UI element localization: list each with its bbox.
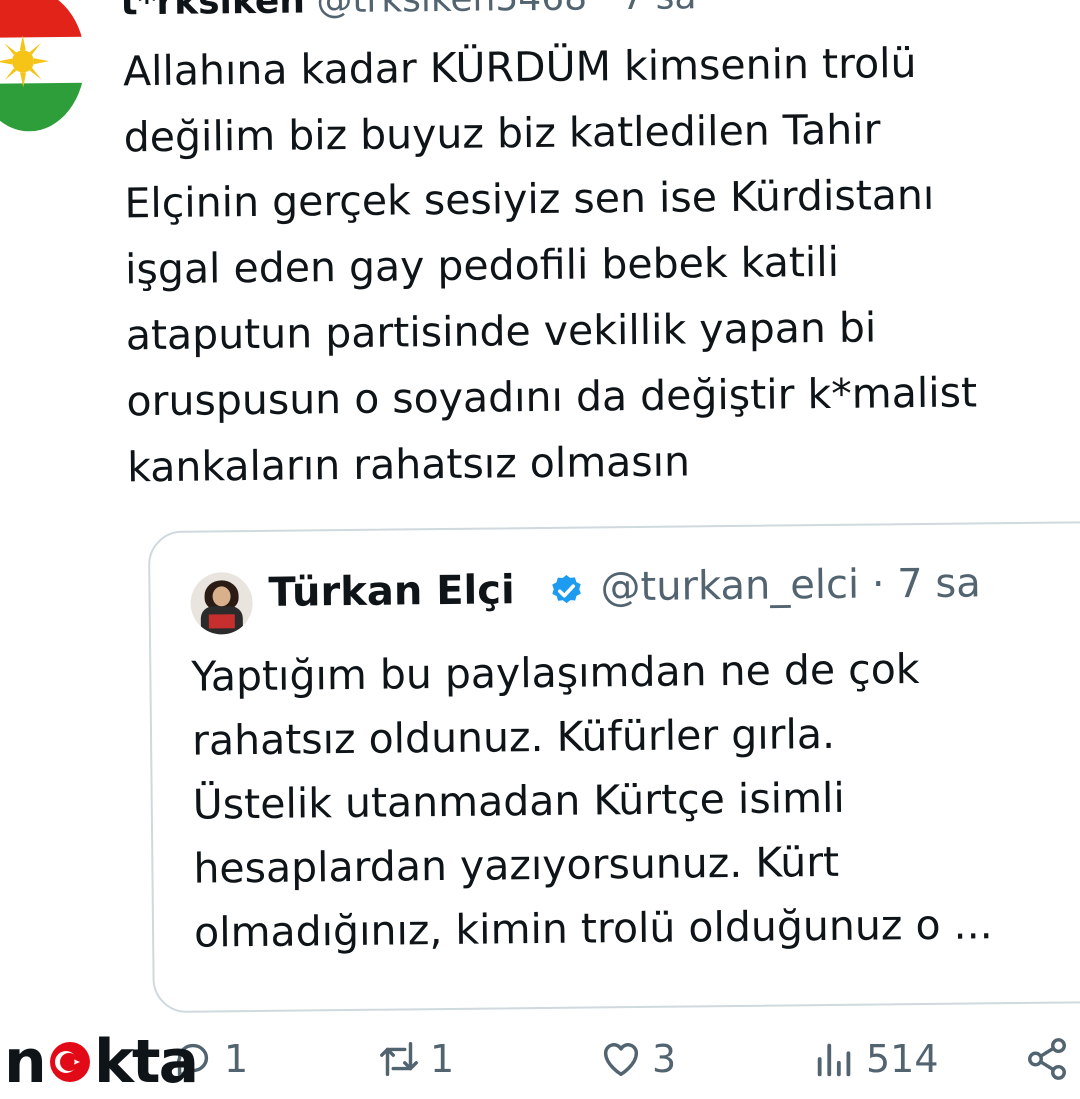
tweet: t*rksiken @trksiken5468 · 7 sa Allahına … [0, 0, 1080, 1099]
svg-text:n: n [4, 1030, 45, 1092]
display-name[interactable]: t*rksiken [120, 0, 305, 23]
flag-green-band [0, 82, 86, 132]
heart-icon [603, 1043, 639, 1077]
like-count: 3 [652, 1037, 677, 1081]
quote-avatar[interactable] [190, 572, 253, 635]
avatar-face [212, 586, 231, 607]
quoted-tweet[interactable]: Türkan Elçi @turkan_elci · 7 sa Yaptığım… [147, 520, 1080, 1014]
share-icon [1028, 1038, 1066, 1080]
avatar[interactable] [0, 0, 86, 132]
views-chart-icon [817, 1043, 851, 1077]
retweet-count: 1 [430, 1037, 455, 1081]
retweet-icon [380, 1041, 418, 1077]
reply-count: 1 [224, 1037, 249, 1081]
verified-badge-icon [552, 574, 581, 604]
retweet-button[interactable]: 1 [376, 1036, 454, 1082]
kurdistan-flag-icon [0, 35, 49, 88]
nokta-logo: n kta [4, 1030, 199, 1092]
quote-display-name[interactable]: Türkan Elçi [268, 567, 515, 616]
share-button[interactable] [1024, 1036, 1078, 1082]
username[interactable]: @trksiken5468 [316, 0, 587, 21]
views-button[interactable]: 514 [812, 1036, 939, 1082]
quote-text: Yaptığım bu paylaşımdan ne de çok rahats… [191, 645, 993, 957]
post-time: · 7 sa [598, 0, 696, 18]
avatar-desk [208, 614, 235, 629]
quote-handle-time[interactable]: @turkan_elci · 7 sa [600, 560, 981, 610]
like-button[interactable]: 3 [598, 1036, 676, 1082]
post-header[interactable]: t*rksiken @trksiken5468 · 7 sa [120, 0, 697, 23]
views-count: 514 [866, 1037, 939, 1081]
svg-text:kta: kta [94, 1030, 197, 1092]
post-text: Allahına kadar KÜRDÜM kimsenin trolü değ… [122, 39, 978, 492]
